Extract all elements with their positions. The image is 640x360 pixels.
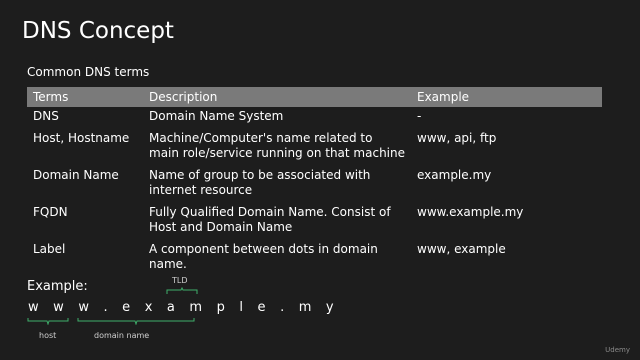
table-row: Domain Name Name of group to be associat… xyxy=(27,166,602,203)
term-cell: Domain Name xyxy=(33,168,119,182)
example-cell: www.example.my xyxy=(417,205,524,219)
table-row: Label A component between dots in domain… xyxy=(27,240,602,277)
dns-terms-table: Terms Description Example DNS Domain Nam… xyxy=(27,87,602,277)
udemy-logo: Udemy xyxy=(605,346,630,354)
table-header-row: Terms Description Example xyxy=(27,87,602,107)
example-cell: example.my xyxy=(417,168,492,182)
description-cell: Name of group to be associated with inte… xyxy=(149,168,371,197)
term-cell: DNS xyxy=(33,109,59,123)
table-row: FQDN Fully Qualified Domain Name. Consis… xyxy=(27,203,602,240)
term-cell: FQDN xyxy=(33,205,68,219)
example-label: Example: xyxy=(27,279,88,294)
header-terms: Terms xyxy=(27,87,143,107)
description-cell: Domain Name System xyxy=(149,109,284,123)
example-domain: w w w . e x a m p l e . m y xyxy=(28,300,339,315)
slide-subtitle: Common DNS terms xyxy=(27,65,150,79)
description-cell: Fully Qualified Domain Name. Consist of … xyxy=(149,205,391,234)
example-cell: www, example xyxy=(417,242,506,256)
term-cell: Label xyxy=(33,242,66,256)
domain-name-brace-icon xyxy=(77,318,195,325)
table-row: DNS Domain Name System - xyxy=(27,107,602,129)
example-cell: - xyxy=(417,109,422,123)
header-description: Description xyxy=(143,87,411,107)
tld-label: TLD xyxy=(172,276,188,285)
example-cell: www, api, ftp xyxy=(417,131,497,145)
tld-brace-icon xyxy=(166,287,198,294)
term-cell: Host, Hostname xyxy=(33,131,130,145)
description-cell: A component between dots in domain name. xyxy=(149,242,378,271)
host-label: host xyxy=(39,331,57,340)
slide-title: DNS Concept xyxy=(22,18,174,44)
description-cell: Machine/Computer's name related to main … xyxy=(149,131,406,160)
domain-name-label: domain name xyxy=(94,331,150,340)
table-row: Host, Hostname Machine/Computer's name r… xyxy=(27,129,602,166)
header-example: Example xyxy=(411,87,602,107)
host-brace-icon xyxy=(27,318,69,325)
